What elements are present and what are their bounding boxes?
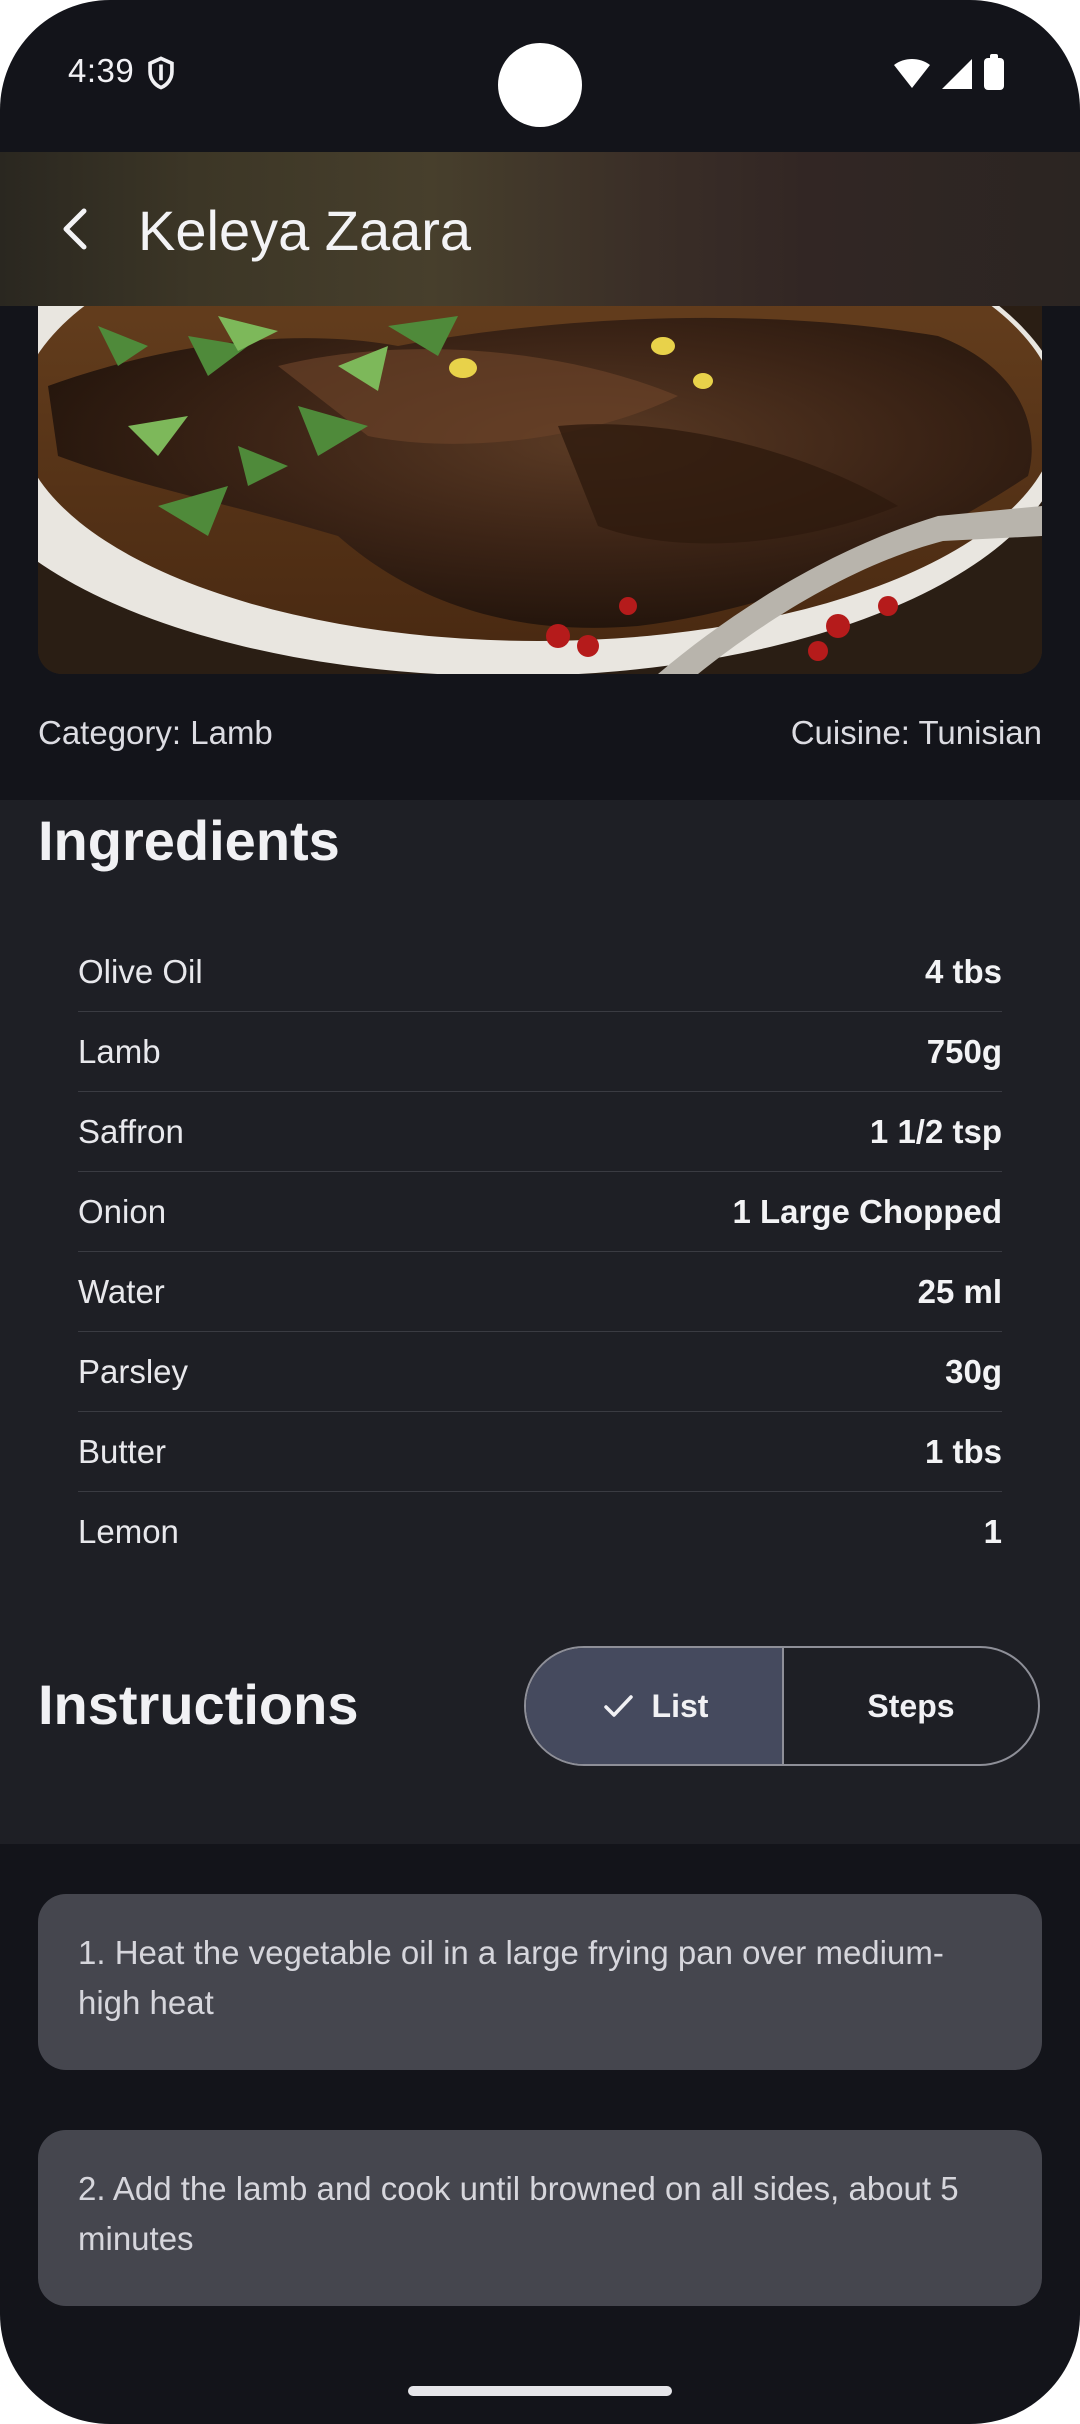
ingredient-name: Saffron [78, 1112, 184, 1150]
list-toggle-button[interactable]: List [526, 1648, 784, 1764]
ingredient-row: Butter 1 tbs [78, 1412, 1002, 1492]
wifi-icon [894, 59, 930, 88]
check-icon [603, 1695, 633, 1717]
shield-icon [148, 56, 174, 90]
instruction-card: 1. Heat the vegetable oil in a large fry… [38, 1894, 1042, 2070]
ingredient-name: Onion [78, 1192, 167, 1230]
ingredient-row: Water 25 ml [78, 1252, 1002, 1332]
ingredient-name: Butter [78, 1432, 167, 1470]
instructions-view-toggle: List Steps [524, 1646, 1040, 1766]
recipe-image [38, 306, 1042, 674]
ingredient-name: Water [78, 1272, 165, 1310]
instruction-card: 2. Add the lamb and cook until browned o… [38, 2130, 1042, 2306]
ingredients-heading: Ingredients [38, 809, 340, 872]
status-time: 4:39 [68, 52, 135, 89]
recipe-photo [38, 306, 1042, 674]
ingredient-name: Olive Oil [78, 952, 203, 990]
top-app-bar: Keleya Zaara [0, 152, 1080, 306]
steps-toggle-label: Steps [867, 1687, 955, 1724]
status-icons [894, 54, 1004, 90]
ingredient-list: Olive Oil 4 tbs Lamb 750g Saffron 1 1/2 … [78, 932, 1002, 1572]
ingredient-quantity: 25 ml [917, 1272, 1002, 1310]
steps-toggle-button[interactable]: Steps [784, 1648, 1038, 1764]
status-bar: 4:39 [0, 0, 1080, 152]
ingredient-quantity: 30g [945, 1352, 1002, 1390]
signal-icon [942, 59, 972, 89]
battery-icon [984, 54, 1004, 90]
ingredient-row: Onion 1 Large Chopped [78, 1172, 1002, 1252]
ingredient-name: Lamb [78, 1032, 161, 1070]
ingredient-quantity: 1 Large Chopped [732, 1192, 1002, 1230]
ingredient-quantity: 1 tbs [924, 1432, 1002, 1470]
ingredient-row: Saffron 1 1/2 tsp [78, 1092, 1002, 1172]
ingredient-row: Lemon 1 [78, 1492, 1002, 1572]
list-toggle-label: List [651, 1687, 709, 1724]
ingredient-quantity: 1 1/2 tsp [869, 1112, 1002, 1150]
ingredient-name: Parsley [78, 1352, 189, 1390]
app-screen: 4:39 Keleya Zaara Category: Lamb Cuisine… [0, 0, 1080, 2424]
recipe-meta-row: Category: Lamb Cuisine: Tunisian [38, 714, 1042, 758]
ingredient-row: Olive Oil 4 tbs [78, 932, 1002, 1012]
cuisine-label: Cuisine: Tunisian [790, 714, 1042, 751]
instructions-heading: Instructions [38, 1673, 359, 1736]
page-title: Keleya Zaara [138, 199, 472, 262]
camera-cutout [498, 43, 582, 127]
back-arrow-icon[interactable] [48, 199, 108, 259]
ingredient-row: Parsley 30g [78, 1332, 1002, 1412]
ingredient-name: Lemon [78, 1513, 179, 1550]
category-label: Category: Lamb [38, 714, 273, 751]
ingredient-row: Lamb 750g [78, 1012, 1002, 1092]
ingredient-quantity: 750g [926, 1032, 1002, 1070]
ingredient-quantity: 1 [983, 1513, 1002, 1550]
ingredient-quantity: 4 tbs [924, 952, 1002, 990]
home-indicator[interactable] [408, 2386, 672, 2396]
